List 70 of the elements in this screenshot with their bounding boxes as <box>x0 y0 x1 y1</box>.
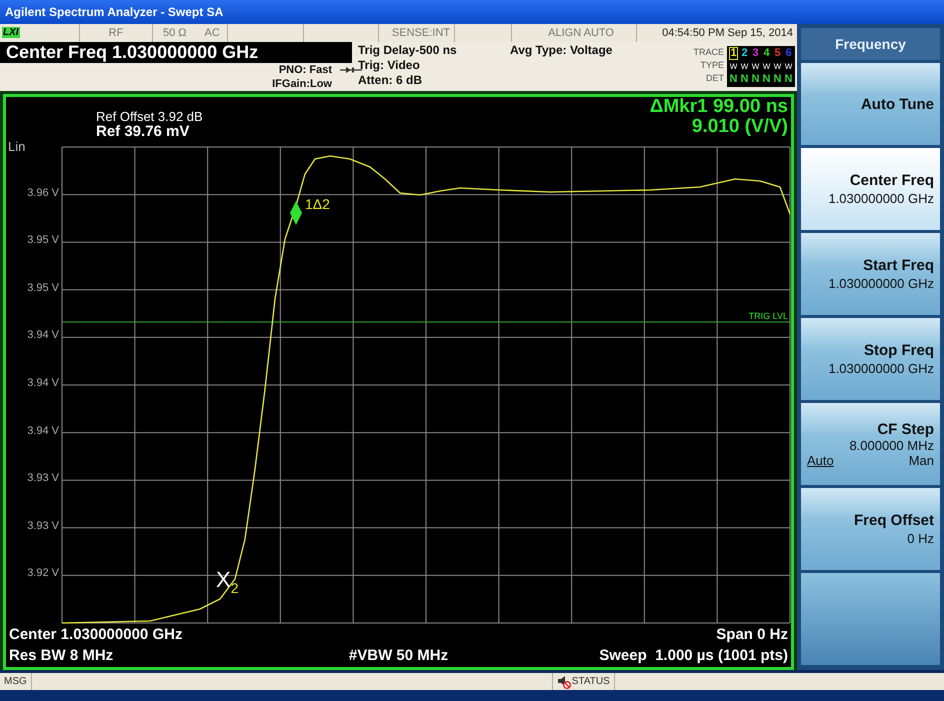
trace-number[interactable]: 2 <box>740 46 749 60</box>
status-label: STATUS <box>572 676 610 687</box>
trace-detector: N <box>784 72 793 86</box>
sense-indicator: SENSE:INT <box>392 26 450 39</box>
span-setting: Span 0 Hz <box>715 625 788 645</box>
center-frequency-banner: Center Freq 1.030000000 GHz <box>0 42 352 63</box>
window-title: Agilent Spectrum Analyzer - Swept SA <box>0 0 944 24</box>
date-time: 04:54:50 PM Sep 15, 2014 <box>662 26 793 39</box>
marker-readout: ΔMkr1 99.00 ns <box>650 97 788 117</box>
trace-row-label: DET <box>706 72 724 85</box>
softkey[interactable]: Freq Offset 0 Hz <box>801 488 940 570</box>
softkey[interactable]: Start Freq 1.030000000 GHz <box>801 233 940 315</box>
muted-speaker-icon <box>556 674 571 688</box>
trace-type: W <box>751 60 760 73</box>
trigger-level-label: TRIG LVL <box>748 311 788 321</box>
trace-type: W <box>740 60 749 73</box>
video-bandwidth: #VBW 50 MHz <box>348 646 450 666</box>
message-label: MSG <box>0 673 32 690</box>
trace-number[interactable]: 5 <box>773 46 782 60</box>
softkey[interactable]: Auto Tune <box>801 63 940 145</box>
pno-setting: PNO: Fast <box>278 62 332 77</box>
softkey[interactable]: Stop Freq 1.030000000 GHz <box>801 318 940 400</box>
softkey[interactable]: Center Freq 1.030000000 GHz <box>801 148 940 230</box>
trace-detector: N <box>762 72 771 86</box>
reference-offset: Ref Offset 3.92 dB <box>96 109 203 124</box>
y-axis-label: 3.96 V <box>27 186 59 199</box>
trace-row-label: TRACE <box>693 46 724 59</box>
trace-number[interactable]: 4 <box>762 46 771 60</box>
trigger-setting: Trig: Video <box>358 58 421 73</box>
trace-number[interactable]: 1 <box>729 46 738 60</box>
align-indicator: ALIGN AUTO <box>548 26 614 39</box>
toggle-option: Man <box>908 452 934 468</box>
y-axis-label: 3.95 V <box>27 234 59 246</box>
y-axis-label: 3.94 V <box>27 424 59 437</box>
trace-row-label: TYPE <box>700 58 724 72</box>
trace-type: W <box>729 60 738 73</box>
softkey[interactable]: CF Step 8.000000 MHz Auto Man <box>801 403 940 485</box>
toggle-option: Auto <box>807 452 834 468</box>
trace-type: W <box>773 60 782 73</box>
trace-detector: N <box>740 72 749 86</box>
trace-detector: N <box>751 72 760 86</box>
resolution-bandwidth: Res BW 8 MHz <box>9 646 114 666</box>
average-type: Avg Type: Voltage <box>510 42 612 57</box>
delta-marker-label: 1Δ2 <box>305 196 330 212</box>
trace-detector: N <box>729 72 738 86</box>
trigger-setting: Atten: 6 dB <box>358 72 423 88</box>
trace-number[interactable]: 3 <box>751 46 760 60</box>
sweep-setting: Sweep 1.000 µs (1001 pts) <box>598 646 788 666</box>
y-axis-label: 3.95 V <box>27 282 59 294</box>
center-frequency: Center 1.030000000 GHz <box>9 625 184 645</box>
if-gain-setting: IFGain:Low <box>272 76 332 91</box>
reference-level: Ref 39.76 mV <box>96 124 190 139</box>
y-axis-label: 3.94 V <box>27 329 59 342</box>
lxi-logo: LXI <box>2 27 20 38</box>
trace-type: W <box>762 60 771 73</box>
coupling-indicator: AC <box>204 26 220 39</box>
menu-title: Frequency <box>801 28 940 60</box>
input-indicator: RF <box>108 26 124 39</box>
reference-marker-label: X$_{2}$ <box>216 567 238 596</box>
marker-diamond[interactable] <box>290 201 302 225</box>
y-axis-label: 3.93 V <box>27 472 59 484</box>
y-axis-label: 3.94 V <box>27 377 59 389</box>
trace-type: W <box>784 60 793 73</box>
impedance-indicator: 50 Ω <box>163 26 187 39</box>
scale-type: Lin <box>8 139 26 154</box>
trigger-setting: Trig Delay-500 ns <box>358 42 458 58</box>
y-axis-label: 3.93 V <box>27 520 59 532</box>
marker-readout: 9.010 (V/V) <box>690 117 788 137</box>
y-axis-label: 3.92 V <box>27 567 59 580</box>
trace-detector: N <box>773 72 782 86</box>
